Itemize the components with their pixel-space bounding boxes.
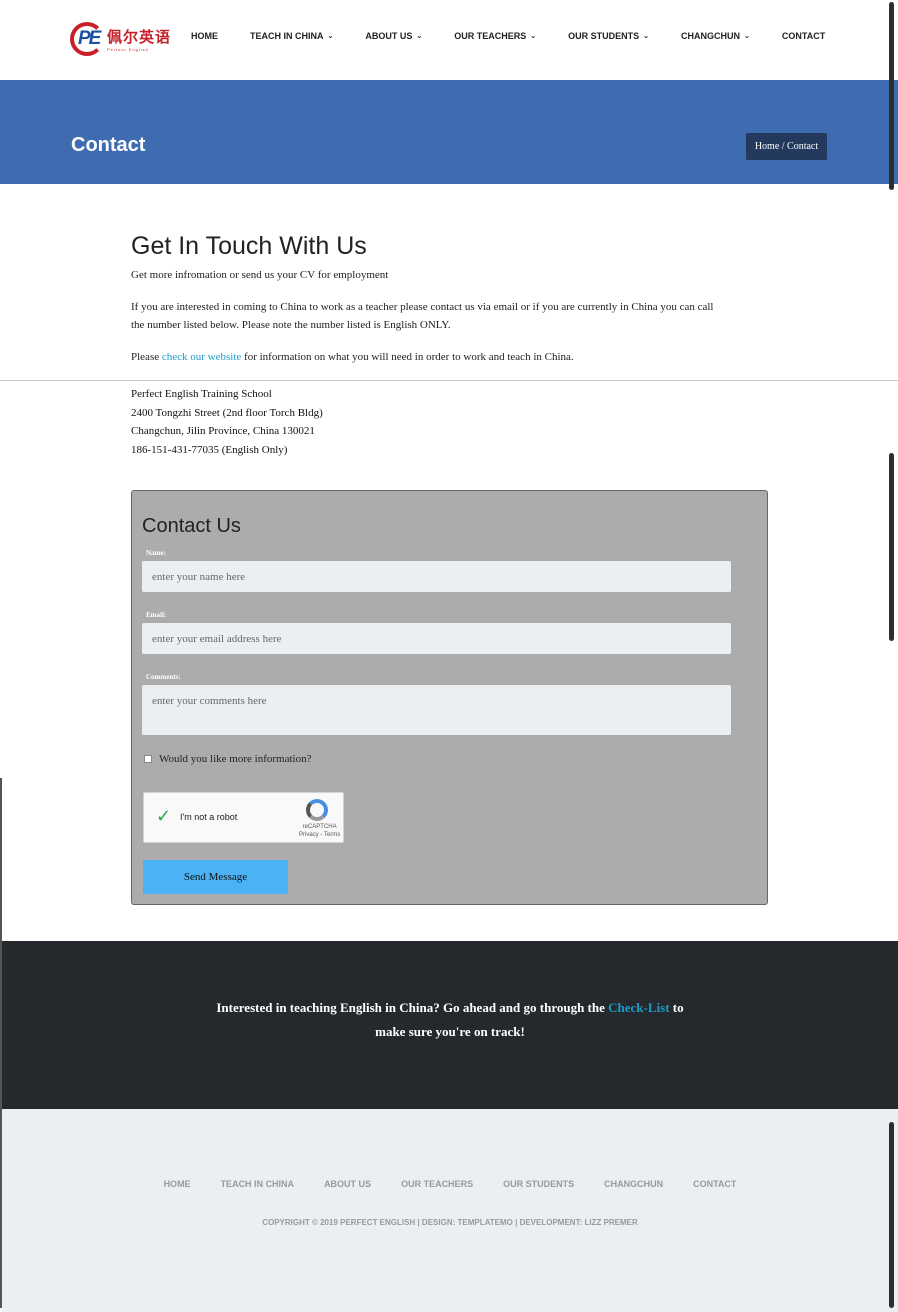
address-block: Perfect English Training School 2400 Ton… — [131, 385, 323, 459]
section-heading: Get In Touch With Us — [131, 232, 367, 260]
chevron-down-icon: ⌄ — [744, 33, 750, 40]
nav-our-students-label: OUR STUDENTS — [568, 31, 640, 41]
website-paragraph: Please check our website for information… — [131, 348, 574, 366]
nav-our-teachers[interactable]: OUR TEACHERS ⌄ — [454, 31, 536, 41]
divider — [0, 380, 898, 381]
scrollbar-thumb[interactable] — [889, 453, 894, 641]
more-info-checkbox-label: Would you like more information? — [159, 753, 312, 765]
email-label: Email: — [146, 611, 167, 619]
more-info-checkbox[interactable] — [144, 755, 152, 763]
captcha-label: I'm not a robot — [180, 812, 238, 822]
nav-our-students[interactable]: OUR STUDENTS ⌄ — [568, 31, 649, 41]
section-subheading: Get more infromation or send us your CV … — [131, 269, 389, 281]
footer-nav: HOME TEACH IN CHINA ABOUT US OUR TEACHER… — [2, 1179, 898, 1189]
chevron-down-icon: ⌄ — [416, 33, 423, 40]
nav-about-us[interactable]: ABOUT US ⌄ — [365, 31, 422, 41]
cta-text: Interested in teaching English in China?… — [2, 996, 898, 1044]
nav-contact[interactable]: CONTACT — [782, 31, 825, 41]
recaptcha-widget[interactable]: ✓ I'm not a robot reCAPTCHA Privacy - Te… — [143, 792, 344, 843]
logo-mark-text: PE — [78, 28, 101, 49]
cta-line-1: Interested in teaching English in China?… — [2, 996, 898, 1020]
chevron-down-icon: ⌄ — [643, 33, 650, 40]
city-address: Changchun, Jilin Province, China 130021 — [131, 425, 315, 438]
website-paragraph-after: for information on what you will need in… — [241, 351, 574, 363]
footer-link-home[interactable]: HOME — [164, 1179, 191, 1189]
intro-paragraph-line-2: the number listed below. Please note the… — [131, 319, 451, 331]
website-paragraph-before: Please — [131, 351, 162, 363]
more-info-checkbox-row[interactable]: Would you like more information? — [144, 753, 311, 765]
cta-line-2: make sure you're on track! — [375, 1024, 525, 1039]
nav-teach-in-china[interactable]: TEACH IN CHINA ⌄ — [250, 31, 333, 41]
logo-chinese-text: 佩尔英语 — [107, 28, 172, 46]
street-address: 2400 Tongzhi Street (2nd floor Torch Bld… — [131, 406, 323, 419]
intro-paragraph: If you are interested in coming to China… — [131, 298, 713, 334]
footer: HOME TEACH IN CHINA ABOUT US OUR TEACHER… — [2, 1109, 898, 1312]
logo-text: 佩尔英语 Perfect English — [107, 26, 171, 52]
nav-teach-in-china-label: TEACH IN CHINA — [250, 31, 324, 41]
cta-line-1-after: to — [669, 1000, 684, 1015]
footer-link-our-students[interactable]: OUR STUDENTS — [503, 1179, 574, 1189]
footer-link-teach-in-china[interactable]: TEACH IN CHINA — [221, 1179, 295, 1189]
footer-link-contact[interactable]: CONTACT — [693, 1179, 736, 1189]
comments-label: Comments: — [146, 673, 181, 681]
site-logo[interactable]: PE 佩尔英语 Perfect English — [70, 22, 171, 56]
nav-about-us-label: ABOUT US — [365, 31, 413, 41]
nav-changchun[interactable]: CHANGCHUN ⌄ — [681, 31, 750, 41]
nav-our-teachers-label: OUR TEACHERS — [454, 31, 527, 41]
recaptcha-brand: reCAPTCHA Privacy - Terms — [299, 823, 340, 839]
phone-number: 186-151-431-77035 (English Only) — [131, 443, 288, 456]
window-edge — [0, 778, 2, 1308]
page-title: Contact — [71, 134, 146, 156]
footer-link-changchun[interactable]: CHANGCHUN — [604, 1179, 663, 1189]
footer-link-our-teachers[interactable]: OUR TEACHERS — [401, 1179, 473, 1189]
recaptcha-logo-icon — [306, 799, 328, 821]
breadcrumb[interactable]: Home / Contact — [746, 133, 827, 160]
nav-home-label: HOME — [191, 31, 218, 41]
checklist-cta-section: Interested in teaching English in China?… — [2, 941, 898, 1109]
nav-home[interactable]: HOME — [191, 31, 218, 41]
email-input[interactable]: enter your email address here — [142, 623, 731, 654]
scrollbar-thumb[interactable] — [889, 2, 894, 190]
main-menu: HOME TEACH IN CHINA ⌄ ABOUT US ⌄ OUR TEACH… — [191, 31, 825, 41]
intro-paragraph-line-1: If you are interested in coming to China… — [131, 301, 714, 313]
check-list-link[interactable]: Check-List — [608, 1000, 669, 1015]
send-message-button[interactable]: Send Message — [143, 860, 288, 894]
contact-form: Contact Us Name: enter your name here Em… — [131, 490, 768, 905]
logo-mark: PE — [70, 22, 104, 56]
checkmark-icon: ✓ — [156, 806, 172, 827]
name-input[interactable]: enter your name here — [142, 561, 731, 592]
cta-line-1-before: Interested in teaching English in China?… — [216, 1000, 609, 1015]
scrollbar-thumb[interactable] — [889, 1122, 894, 1308]
footer-link-about-us[interactable]: ABOUT US — [324, 1179, 371, 1189]
copyright: COPYRIGHT © 2019 PERFECT ENGLISH | DESIG… — [262, 1218, 638, 1227]
check-website-link[interactable]: check our website — [162, 351, 241, 363]
form-title: Contact Us — [142, 515, 241, 537]
chevron-down-icon: ⌄ — [327, 33, 334, 40]
top-navbar: PE 佩尔英语 Perfect English HOME TEACH IN CH… — [0, 0, 898, 80]
name-label: Name: — [146, 549, 166, 557]
nav-contact-label: CONTACT — [781, 31, 826, 41]
page-banner — [0, 80, 898, 184]
comments-textarea[interactable]: enter your comments here — [142, 685, 731, 735]
chevron-down-icon: ⌄ — [530, 33, 537, 40]
nav-changchun-label: CHANGCHUN — [681, 31, 741, 41]
recaptcha-brand-name: reCAPTCHA — [302, 824, 337, 830]
logo-english-text: Perfect English — [107, 47, 149, 52]
school-name: Perfect English Training School — [131, 388, 272, 400]
recaptcha-privacy-terms[interactable]: Privacy - Terms — [299, 831, 340, 839]
